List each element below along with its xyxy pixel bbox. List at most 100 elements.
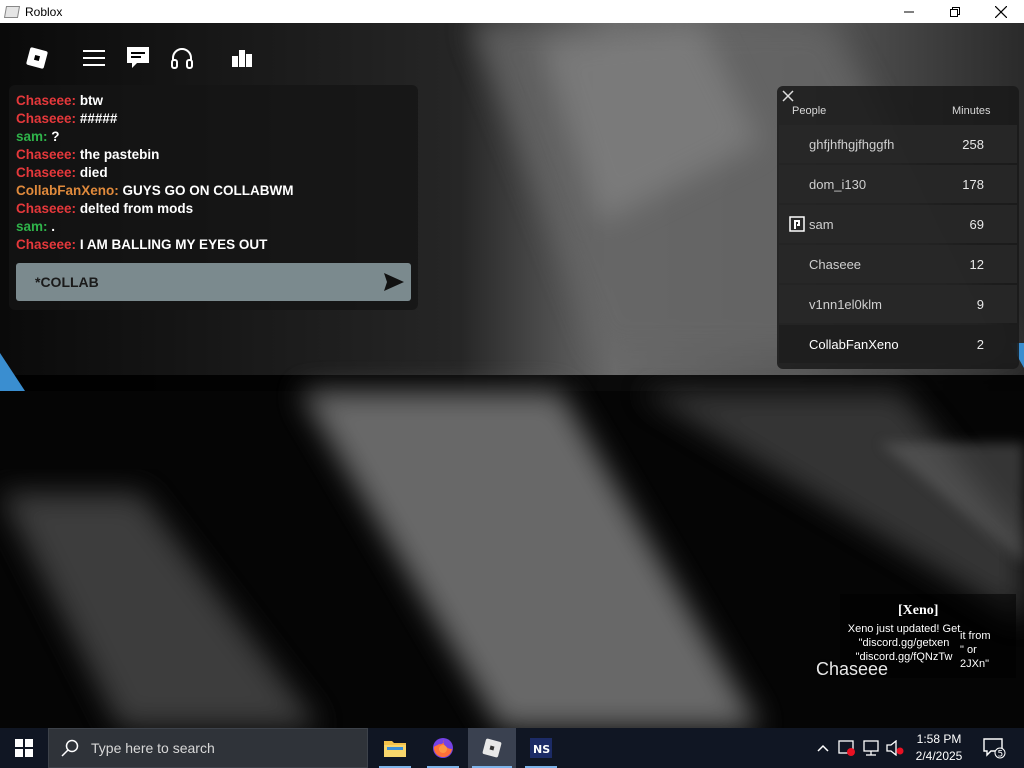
leaderboard-row-self[interactable]: CollabFanXeno 2 — [779, 325, 1017, 363]
chat-sender-name[interactable]: Chaseee: — [16, 93, 76, 108]
player-minutes: 9 — [976, 296, 984, 312]
player-name: dom_i130 — [809, 176, 867, 192]
network-tray-button[interactable] — [860, 728, 882, 768]
volume-tray-button[interactable] — [884, 728, 906, 768]
chat-sender-name[interactable]: Chaseee: — [16, 147, 76, 162]
chevron-up-icon — [817, 744, 829, 752]
chat-icon — [127, 47, 149, 68]
chat-sender-name[interactable]: Chaseee: — [16, 237, 76, 252]
notification-line: " or — [960, 644, 977, 656]
chat-message: Chaseee: btw — [16, 92, 411, 110]
notification-count: 5 — [998, 750, 1004, 760]
column-header-minutes: Minutes — [952, 105, 991, 117]
network-icon — [863, 740, 879, 756]
firefox-icon — [433, 738, 453, 758]
chat-sender-name[interactable]: Chaseee: — [16, 111, 76, 126]
roblox-topbar — [0, 23, 300, 91]
leaderboard-row[interactable]: Chaseee 12 — [779, 245, 1017, 283]
player-name: CollabFanXeno — [809, 336, 899, 352]
restore-icon — [950, 6, 960, 17]
player-minutes: 12 — [969, 256, 984, 272]
chat-input-bar — [16, 263, 411, 301]
chat-toggle-button[interactable] — [123, 43, 153, 73]
chat-message: CollabFanXeno: GUYS GO ON COLLABWM — [16, 182, 411, 200]
game-viewport[interactable]: Chaseee: btw Chaseee: ##### sam: ? Chaseee:… — [0, 23, 1024, 728]
notification-line: it from — [960, 630, 991, 642]
player-name: sam — [809, 216, 834, 232]
notification-body: Xeno just updated! Get "discord.gg/getxe… — [844, 622, 964, 664]
player-minutes: 258 — [962, 136, 984, 152]
chat-message-text: delted from mods — [79, 201, 194, 216]
notification-title: [Xeno] — [898, 603, 939, 618]
player-leaderboard: People Minutes ghfjhfhgjfhggfh 258 dom_i… — [777, 86, 1019, 369]
chat-message: sam: ? — [16, 128, 411, 146]
player-nametag: Chaseee — [816, 659, 889, 679]
security-tray-button[interactable] — [836, 728, 858, 768]
player-name: v1nn1el0klm — [809, 296, 882, 312]
chat-sender-name[interactable]: Chaseee: — [16, 201, 76, 216]
chat-message-text: ##### — [79, 111, 118, 126]
chat-sender-name[interactable]: CollabFanXeno: — [16, 183, 119, 198]
window-titlebar: Roblox — [0, 0, 1024, 23]
start-button[interactable] — [0, 728, 48, 768]
leaderboard-row[interactable]: ghfjhfhgjfhggfh 258 — [779, 125, 1017, 163]
restore-button[interactable] — [932, 0, 978, 23]
search-icon — [61, 739, 79, 757]
svg-text:NS: NS — [533, 743, 550, 756]
chat-message-text: died — [79, 165, 108, 180]
leaderboard-row[interactable]: dom_i130 178 — [779, 165, 1017, 203]
roblox-menu-button[interactable] — [22, 43, 52, 73]
taskbar-search[interactable]: Type here to search — [48, 728, 368, 768]
window-title: Roblox — [25, 4, 63, 19]
close-button[interactable] — [978, 0, 1024, 23]
show-hidden-icons-button[interactable] — [812, 728, 834, 768]
chat-message-text: . — [51, 219, 56, 234]
notification-overflow: it from " or 2JXn" — [960, 629, 1016, 671]
close-icon — [782, 90, 794, 102]
roblox-app-icon — [3, 5, 21, 18]
folder-icon — [384, 741, 406, 757]
column-header-people: People — [792, 105, 827, 117]
leaderboard-row[interactable]: sam 69 — [779, 205, 1017, 243]
chat-input[interactable] — [16, 274, 377, 290]
ns-app-icon: NS — [530, 738, 552, 758]
chat-message-text: btw — [79, 93, 104, 108]
menu-icon — [83, 50, 105, 66]
leaderboard-toggle-button[interactable] — [227, 43, 257, 73]
player-name: ghfjhfhgjfhggfh — [809, 136, 895, 152]
roblox-logo-icon — [26, 47, 48, 69]
taskbar-app-firefox[interactable] — [419, 728, 467, 768]
send-icon — [384, 273, 404, 291]
notification-line: Xeno just updated! Get — [847, 623, 961, 635]
chat-sender-name[interactable]: sam: — [16, 129, 48, 144]
chat-log: Chaseee: btw Chaseee: ##### sam: ? Chaseee:… — [16, 92, 411, 254]
headphones-icon — [171, 48, 193, 69]
chat-message-text: GUYS GO ON COLLABWM — [122, 183, 294, 198]
chat-window: Chaseee: btw Chaseee: ##### sam: ? Chaseee:… — [9, 85, 418, 310]
taskbar-app-roblox[interactable] — [468, 728, 516, 768]
chat-message: sam: . — [16, 218, 411, 236]
leaderboard-icon — [232, 50, 252, 67]
notifications-icon: 5 — [983, 738, 1006, 760]
taskbar-app-file-explorer[interactable] — [371, 728, 419, 768]
action-center-button[interactable]: 5 — [980, 728, 1008, 768]
minimize-button[interactable] — [886, 0, 932, 23]
player-minutes: 178 — [962, 176, 984, 192]
premium-icon — [789, 216, 805, 232]
send-button[interactable] — [377, 267, 411, 297]
voice-chat-button[interactable] — [167, 43, 197, 73]
leaderboard-row[interactable]: v1nn1el0klm 9 — [779, 285, 1017, 323]
chat-message-text: I AM BALLING MY EYES OUT — [79, 237, 268, 252]
taskbar-clock[interactable]: 1:58 PM 2/4/2025 — [905, 731, 973, 765]
chat-message: Chaseee: died — [16, 164, 411, 182]
chat-sender-name[interactable]: sam: — [16, 219, 48, 234]
leaderboard-close-button[interactable] — [781, 89, 795, 103]
notification-line: 2JXn" — [960, 658, 989, 670]
player-name: Chaseee — [809, 256, 862, 272]
taskbar-app-ns[interactable]: NS — [517, 728, 565, 768]
chat-message-text: the pastebin — [79, 147, 160, 162]
chat-message-text: ? — [51, 129, 60, 144]
hamburger-menu-button[interactable] — [79, 43, 109, 73]
clock-date: 2/4/2025 — [915, 749, 963, 763]
chat-sender-name[interactable]: Chaseee: — [16, 165, 76, 180]
